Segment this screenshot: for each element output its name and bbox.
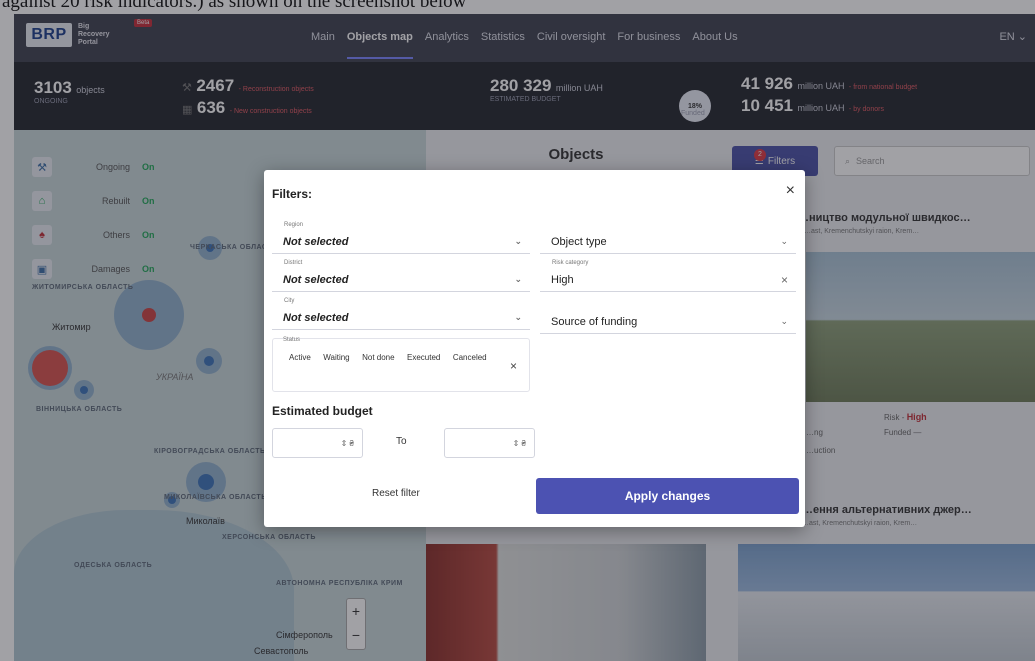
region-value: Not selected	[283, 235, 349, 248]
budget-from-input[interactable]: ⇕ ₴	[272, 428, 363, 458]
close-icon[interactable]: ×	[786, 182, 795, 200]
reset-filter-button[interactable]: Reset filter	[372, 488, 420, 499]
region-select[interactable]: Not selected ⌄	[272, 230, 530, 254]
city-field: City Not selected ⌄	[272, 298, 530, 330]
stepper-icon: ⇕	[512, 438, 520, 448]
filters-modal: Filters: × Region Not selected ⌄ Object …	[264, 170, 805, 527]
risk-category-value: High	[551, 273, 574, 286]
chevron-down-icon: ⌄	[780, 236, 788, 246]
budget-to-input[interactable]: ⇕ ₴	[444, 428, 535, 458]
status-chip[interactable]: Executed	[407, 348, 440, 368]
district-field: District Not selected ⌄	[272, 260, 530, 292]
chevron-down-icon: ⌄	[514, 236, 522, 246]
currency-symbol: ₴	[349, 438, 354, 448]
source-of-funding-placeholder: Source of funding	[551, 315, 638, 328]
city-label: City	[284, 298, 295, 304]
apply-changes-button[interactable]: Apply changes	[536, 478, 799, 514]
status-field[interactable]: Status Active Waiting Not done Executed …	[272, 337, 530, 392]
risk-category-label: Risk category	[552, 260, 589, 266]
source-of-funding-select[interactable]: Source of funding ⌄	[540, 310, 796, 334]
risk-category-select[interactable]: High ×	[540, 268, 796, 292]
estimated-budget-title: Estimated budget	[272, 404, 373, 418]
status-label: Status	[283, 337, 301, 343]
chevron-down-icon: ⌄	[514, 312, 522, 322]
district-label: District	[284, 260, 303, 266]
status-chip[interactable]: Canceled	[453, 348, 487, 368]
district-value: Not selected	[283, 273, 349, 286]
object-type-select[interactable]: Object type ⌄	[540, 230, 796, 254]
modal-title: Filters:	[272, 187, 313, 201]
object-type-field: Object type ⌄	[540, 230, 796, 254]
clear-icon[interactable]: ×	[510, 359, 517, 373]
source-of-funding-field: Source of funding ⌄	[540, 310, 796, 334]
district-select[interactable]: Not selected ⌄	[272, 268, 530, 292]
budget-to-label: To	[396, 436, 407, 447]
stepper-icon: ⇕	[340, 438, 348, 448]
chevron-down-icon: ⌄	[780, 316, 788, 326]
risk-category-field: Risk category High ×	[540, 260, 796, 292]
clear-icon[interactable]: ×	[781, 273, 788, 287]
status-chip[interactable]: Waiting	[323, 348, 349, 368]
region-field: Region Not selected ⌄	[272, 222, 530, 254]
status-chip[interactable]: Active	[289, 348, 311, 368]
status-chips: Active Waiting Not done Executed Cancele…	[289, 347, 509, 368]
region-label: Region	[284, 222, 304, 228]
currency-symbol: ₴	[521, 438, 526, 448]
city-select[interactable]: Not selected ⌄	[272, 306, 530, 330]
chevron-down-icon: ⌄	[514, 274, 522, 284]
object-type-placeholder: Object type	[551, 235, 607, 248]
city-value: Not selected	[283, 311, 349, 324]
status-chip[interactable]: Not done	[362, 348, 394, 368]
